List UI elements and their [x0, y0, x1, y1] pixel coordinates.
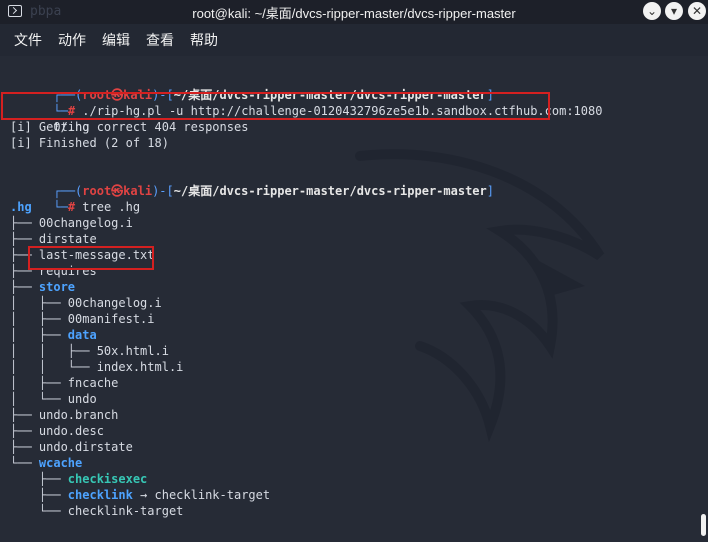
tree-branch: ├── [10, 440, 39, 454]
prompt-hash: # [67, 200, 83, 214]
tree-row: ├── checkisexec [10, 471, 147, 487]
menu-help[interactable]: 帮助 [190, 30, 218, 50]
tree-row: │ │ └── index.html.i [10, 359, 183, 375]
tree-file: dirstate [38, 232, 97, 246]
tree-branch: ├── [10, 216, 39, 230]
tree-file: 00manifest.i [67, 312, 155, 326]
tree-directory: store [38, 280, 76, 294]
menu-view[interactable]: 查看 [146, 30, 174, 50]
tree-row: │ ├── 00manifest.i [10, 311, 155, 327]
tree-row: ├── undo.desc [10, 423, 104, 439]
tree-branch: ├── [10, 232, 39, 246]
tree-file: undo.desc [38, 424, 104, 438]
tree-row: │ ├── data [10, 327, 97, 343]
tree-file: 00changelog.i [67, 296, 162, 310]
minimize-icon-button[interactable]: ▾ [665, 2, 683, 20]
terminal-window: pbpa root@kali: ~/桌面/dvcs-ripper-master/… [0, 0, 708, 542]
prompt-path: ~/桌面/dvcs-ripper-master/dvcs-ripper-mast… [173, 184, 487, 198]
tree-branch: │ │ ├── [10, 344, 97, 358]
tree-branch: │ ├── [10, 376, 68, 390]
minimize-icon: ▾ [670, 4, 678, 18]
tree-file: 00changelog.i [38, 216, 133, 230]
tree-link-target: → checklink-target [132, 488, 271, 502]
tree-file: 50x.html.i [96, 344, 169, 358]
tree-branch: │ ├── [10, 312, 68, 326]
tree-file: index.html.i [96, 360, 184, 374]
tree-branch: │ ├── [10, 328, 68, 342]
menu-edit[interactable]: 编辑 [102, 30, 130, 50]
tree-file: undo.dirstate [38, 440, 133, 454]
title-bar[interactable]: pbpa root@kali: ~/桌面/dvcs-ripper-master/… [0, 0, 708, 24]
tree-directory: wcache [38, 456, 83, 470]
tree-row: └── checklink-target [10, 503, 184, 519]
tree-file: checklink-target [67, 504, 184, 518]
tree-branch: └── [10, 504, 68, 518]
tree-branch: └── [10, 456, 39, 470]
tree-file: checkisexec [67, 472, 148, 486]
minimize-button[interactable]: ⌄ [643, 2, 661, 20]
last-message-highlight-box [28, 246, 154, 270]
prompt-close: ] [486, 184, 494, 198]
tree-row: │ ├── 00changelog.i [10, 295, 162, 311]
prompt-mid: )-[ [152, 184, 174, 198]
tree-row: │ └── undo [10, 391, 97, 407]
menu-bar: 文件 动作 编辑 查看 帮助 [0, 24, 708, 56]
tree-row: │ │ ├── 50x.html.i [10, 343, 169, 359]
tree-row: ├── dirstate [10, 231, 97, 247]
scrollbar[interactable] [700, 56, 708, 542]
prompt-line-2: ┌──(root㉿kali)-[~/桌面/dvcs-ripper-master/… [10, 167, 494, 198]
tree-row: ├── undo.dirstate [10, 439, 133, 455]
tree-row: └── wcache [10, 455, 82, 471]
tree-row: ├── 00changelog.i [10, 215, 133, 231]
tree-branch: │ └── [10, 392, 68, 406]
menu-action[interactable]: 动作 [58, 30, 86, 50]
tree-branch: ├── [10, 408, 39, 422]
tree-row: ├── checklink → checklink-target [10, 487, 270, 503]
prompt-line-1: ┌──(root㉿kali)-[~/桌面/dvcs-ripper-master/… [10, 71, 494, 102]
tree-row: ├── undo.branch [10, 407, 118, 423]
close-button[interactable]: ✕ [688, 2, 706, 20]
tree-branch: │ │ └── [10, 360, 97, 374]
tree-file: undo.branch [38, 408, 119, 422]
tree-command: tree .hg [82, 200, 141, 214]
terminal-output[interactable]: ┌──(root㉿kali)-[~/桌面/dvcs-ripper-master/… [0, 56, 708, 542]
tree-file: fncache [67, 376, 119, 390]
window-title: root@kali: ~/桌面/dvcs-ripper-master/dvcs-… [192, 6, 516, 21]
tree-row: ├── store [10, 279, 75, 295]
command-highlight-box [1, 92, 550, 120]
tree-file: undo [67, 392, 97, 406]
tree-branch: ├── [10, 424, 39, 438]
tree-root: .hg [10, 200, 32, 214]
tree-directory: data [67, 328, 97, 342]
output-line-2: [i] Finished (2 of 18) [10, 136, 169, 150]
tree-file: checklink [67, 488, 133, 502]
tree-branch: ├── [10, 280, 39, 294]
tree-branch: ├── [10, 472, 68, 486]
tree-row: │ ├── fncache [10, 375, 118, 391]
menu-file[interactable]: 文件 [14, 30, 42, 50]
prompt-hash-prefix: └─ [53, 200, 68, 214]
tree-branch: ├── [10, 488, 68, 502]
output-line-1: [i] Getting correct 404 responses [10, 120, 249, 134]
tree-branch: │ ├── [10, 296, 68, 310]
command-line-2: └─# tree .hg [10, 183, 140, 214]
scrollbar-thumb[interactable] [701, 514, 706, 536]
